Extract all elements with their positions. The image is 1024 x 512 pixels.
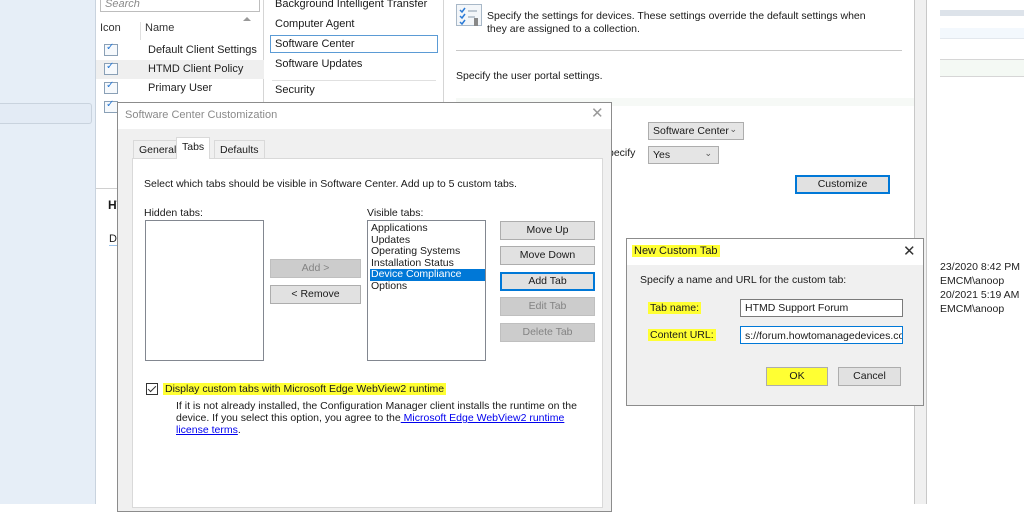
- details-tab[interactable]: D: [109, 233, 117, 246]
- user-portal-text: Specify the user portal settings.: [456, 70, 603, 82]
- category-divider: [272, 80, 436, 81]
- list-item-name[interactable]: Default Client Settings: [148, 44, 257, 56]
- search-input[interactable]: Search: [100, 0, 260, 12]
- list-item-name[interactable]: HTMD Client Policy: [148, 63, 243, 75]
- category-background-intelligent-transfer[interactable]: Background Intelligent Transfer: [275, 0, 427, 10]
- webview2-checkbox-label[interactable]: Display custom tabs with Microsoft Edge …: [163, 383, 447, 395]
- remove-button[interactable]: < Remove: [270, 285, 361, 304]
- webview2-checkbox[interactable]: [146, 383, 158, 395]
- list-item-name[interactable]: Primary User: [148, 82, 212, 94]
- setting-label-partial: pecify: [608, 147, 636, 159]
- modified-by-text: EMCM\anoop: [940, 303, 1005, 315]
- dialog-title: New Custom Tab: [632, 245, 720, 257]
- navigation-pane: [0, 0, 96, 504]
- ok-button[interactable]: OK: [766, 367, 828, 386]
- modified-by-text: EMCM\anoop: [940, 275, 1005, 287]
- tab-tabs[interactable]: Tabs: [176, 137, 211, 159]
- device-settings-icon: [456, 4, 482, 26]
- tab-general[interactable]: General: [133, 140, 183, 158]
- device-settings-description: Specify the settings for devices. These …: [487, 10, 866, 35]
- add-tab-button[interactable]: Add Tab: [500, 272, 595, 291]
- client-policy-icon: [104, 61, 118, 75]
- content-url-label: Content URL:: [648, 329, 716, 341]
- customize-button[interactable]: Customize: [795, 175, 890, 194]
- category-security[interactable]: Security: [275, 84, 315, 96]
- visible-tabs-label: Visible tabs:: [367, 207, 424, 219]
- delete-tab-button[interactable]: Delete Tab: [500, 323, 595, 342]
- content-url-value: s://forum.howtomanagedevices.com/: [745, 330, 903, 342]
- tab-name-input[interactable]: HTMD Support Forum: [740, 299, 903, 317]
- column-header-icon[interactable]: Icon: [100, 22, 121, 40]
- category-computer-agent[interactable]: Computer Agent: [275, 18, 355, 30]
- close-icon[interactable]: ✕: [903, 242, 916, 260]
- webview2-help-text: If it is not already installed, the Conf…: [176, 400, 596, 436]
- user-portal-select-value: Software Center: [653, 125, 729, 137]
- navigation-workspace-button[interactable]: [0, 103, 92, 124]
- date-modified-text: 23/2020 8:42 PM: [940, 261, 1020, 273]
- visible-tab-item-selected[interactable]: Device Compliance: [370, 269, 485, 281]
- specify-select[interactable]: Yes ⌄: [648, 146, 719, 164]
- device-settings-divider: [456, 50, 902, 51]
- chevron-down-icon: ⌄: [704, 148, 712, 158]
- custom-tab-instructions: Specify a name and URL for the custom ta…: [640, 274, 847, 286]
- hidden-tabs-listbox[interactable]: [145, 220, 264, 361]
- sort-ascending-icon: [243, 17, 251, 21]
- hidden-tabs-label: Hidden tabs:: [144, 207, 203, 219]
- visible-tab-item[interactable]: Applications: [370, 223, 485, 235]
- close-icon[interactable]: ✕: [591, 104, 604, 122]
- edit-tab-button[interactable]: Edit Tab: [500, 297, 595, 316]
- client-settings-icon: [104, 42, 118, 56]
- move-down-button[interactable]: Move Down: [500, 246, 595, 265]
- right-pane-row: [940, 28, 1024, 39]
- user-policy-icon: [104, 99, 118, 113]
- chevron-down-icon: ⌄: [729, 124, 737, 134]
- category-software-center[interactable]: Software Center: [275, 38, 354, 50]
- cancel-button[interactable]: Cancel: [838, 367, 901, 386]
- add-button[interactable]: Add >: [270, 259, 361, 278]
- user-portal-select[interactable]: Software Center ⌄: [648, 122, 744, 140]
- right-pane-header: [940, 10, 1024, 16]
- content-url-input[interactable]: s://forum.howtomanagedevices.com/: [740, 326, 903, 344]
- help-trailing: .: [237, 424, 241, 436]
- specify-select-value: Yes: [653, 149, 671, 161]
- right-pane-row: [940, 59, 1024, 77]
- column-separator[interactable]: [140, 22, 141, 40]
- tab-name-label: Tab name:: [648, 302, 702, 314]
- date-modified-text: 20/2021 5:19 AM: [940, 289, 1020, 301]
- client-policy-icon: [104, 80, 118, 94]
- dialog-title: Software Center Customization: [125, 109, 278, 121]
- tabs-instructions: Select which tabs should be visible in S…: [144, 178, 517, 190]
- tab-defaults[interactable]: Defaults: [214, 140, 265, 158]
- column-header-name[interactable]: Name: [145, 22, 174, 40]
- category-software-updates[interactable]: Software Updates: [275, 58, 362, 70]
- move-up-button[interactable]: Move Up: [500, 221, 595, 240]
- visible-tab-item[interactable]: Options: [370, 280, 485, 293]
- visible-tab-item[interactable]: Operating Systems: [370, 246, 485, 258]
